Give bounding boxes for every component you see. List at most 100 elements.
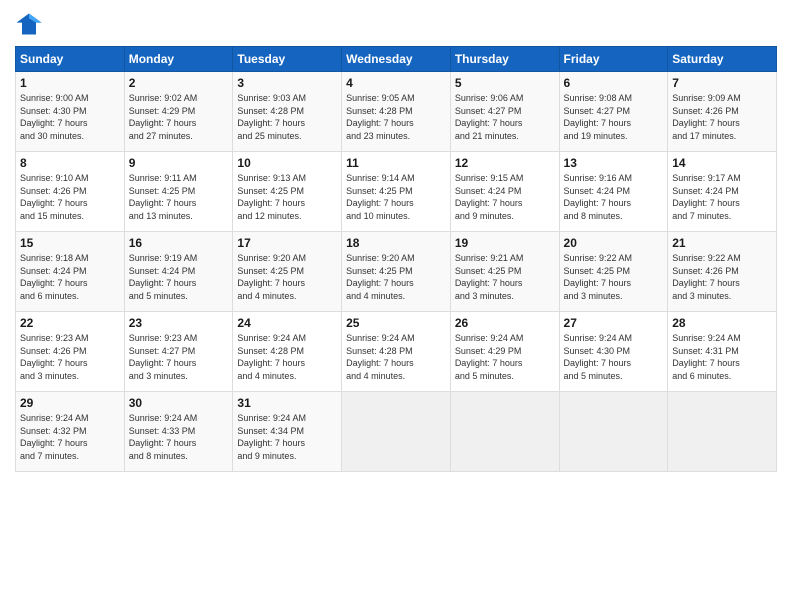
- day-number: 14: [672, 156, 772, 170]
- day-info: Sunrise: 9:24 AM Sunset: 4:31 PM Dayligh…: [672, 332, 772, 382]
- day-number: 21: [672, 236, 772, 250]
- day-cell: 16 Sunrise: 9:19 AM Sunset: 4:24 PM Dayli…: [124, 232, 233, 312]
- day-info: Sunrise: 9:21 AM Sunset: 4:25 PM Dayligh…: [455, 252, 555, 302]
- logo: [15, 10, 47, 38]
- day-number: 28: [672, 316, 772, 330]
- day-cell: 8 Sunrise: 9:10 AM Sunset: 4:26 PM Daylig…: [16, 152, 125, 232]
- day-cell: 17 Sunrise: 9:20 AM Sunset: 4:25 PM Dayli…: [233, 232, 342, 312]
- day-info: Sunrise: 9:05 AM Sunset: 4:28 PM Dayligh…: [346, 92, 446, 142]
- column-header-sunday: Sunday: [16, 47, 125, 72]
- page-container: SundayMondayTuesdayWednesdayThursdayFrid…: [0, 0, 792, 482]
- day-cell: 14 Sunrise: 9:17 AM Sunset: 4:24 PM Dayli…: [668, 152, 777, 232]
- day-info: Sunrise: 9:24 AM Sunset: 4:33 PM Dayligh…: [129, 412, 229, 462]
- day-number: 10: [237, 156, 337, 170]
- day-info: Sunrise: 9:22 AM Sunset: 4:25 PM Dayligh…: [564, 252, 664, 302]
- day-info: Sunrise: 9:18 AM Sunset: 4:24 PM Dayligh…: [20, 252, 120, 302]
- day-info: Sunrise: 9:10 AM Sunset: 4:26 PM Dayligh…: [20, 172, 120, 222]
- day-number: 24: [237, 316, 337, 330]
- day-number: 17: [237, 236, 337, 250]
- logo-icon: [15, 10, 43, 38]
- column-header-tuesday: Tuesday: [233, 47, 342, 72]
- day-cell: 7 Sunrise: 9:09 AM Sunset: 4:26 PM Daylig…: [668, 72, 777, 152]
- day-number: 29: [20, 396, 120, 410]
- day-info: Sunrise: 9:14 AM Sunset: 4:25 PM Dayligh…: [346, 172, 446, 222]
- day-number: 20: [564, 236, 664, 250]
- day-info: Sunrise: 9:17 AM Sunset: 4:24 PM Dayligh…: [672, 172, 772, 222]
- day-number: 26: [455, 316, 555, 330]
- day-cell: [450, 392, 559, 472]
- day-cell: 4 Sunrise: 9:05 AM Sunset: 4:28 PM Daylig…: [342, 72, 451, 152]
- day-cell: 23Sunrise: 9:23 AM Sunset: 4:27 PM Dayli…: [124, 312, 233, 392]
- day-number: 8: [20, 156, 120, 170]
- day-cell: 3 Sunrise: 9:03 AM Sunset: 4:28 PM Daylig…: [233, 72, 342, 152]
- day-number: 30: [129, 396, 229, 410]
- week-row-2: 8 Sunrise: 9:10 AM Sunset: 4:26 PM Daylig…: [16, 152, 777, 232]
- calendar-header-row: SundayMondayTuesdayWednesdayThursdayFrid…: [16, 47, 777, 72]
- day-number: 15: [20, 236, 120, 250]
- day-cell: [342, 392, 451, 472]
- day-number: 16: [129, 236, 229, 250]
- day-info: Sunrise: 9:20 AM Sunset: 4:25 PM Dayligh…: [237, 252, 337, 302]
- day-cell: 19Sunrise: 9:21 AM Sunset: 4:25 PM Dayli…: [450, 232, 559, 312]
- day-cell: [559, 392, 668, 472]
- week-row-4: 22 Sunrise: 9:23 AM Sunset: 4:26 PM Dayli…: [16, 312, 777, 392]
- day-cell: 27Sunrise: 9:24 AM Sunset: 4:30 PM Dayli…: [559, 312, 668, 392]
- column-header-monday: Monday: [124, 47, 233, 72]
- day-info: Sunrise: 9:08 AM Sunset: 4:27 PM Dayligh…: [564, 92, 664, 142]
- day-info: Sunrise: 9:24 AM Sunset: 4:29 PM Dayligh…: [455, 332, 555, 382]
- day-info: Sunrise: 9:13 AM Sunset: 4:25 PM Dayligh…: [237, 172, 337, 222]
- column-header-saturday: Saturday: [668, 47, 777, 72]
- day-info: Sunrise: 9:22 AM Sunset: 4:26 PM Dayligh…: [672, 252, 772, 302]
- day-number: 7: [672, 76, 772, 90]
- column-header-wednesday: Wednesday: [342, 47, 451, 72]
- day-info: Sunrise: 9:02 AM Sunset: 4:29 PM Dayligh…: [129, 92, 229, 142]
- day-cell: 24 Sunrise: 9:24 AM Sunset: 4:28 PM Dayli…: [233, 312, 342, 392]
- day-cell: 22 Sunrise: 9:23 AM Sunset: 4:26 PM Dayli…: [16, 312, 125, 392]
- day-cell: 31 Sunrise: 9:24 AM Sunset: 4:34 PM Dayli…: [233, 392, 342, 472]
- day-info: Sunrise: 9:11 AM Sunset: 4:25 PM Dayligh…: [129, 172, 229, 222]
- day-info: Sunrise: 9:24 AM Sunset: 4:28 PM Dayligh…: [237, 332, 337, 382]
- day-number: 11: [346, 156, 446, 170]
- day-number: 25: [346, 316, 446, 330]
- day-cell: 15 Sunrise: 9:18 AM Sunset: 4:24 PM Dayli…: [16, 232, 125, 312]
- day-cell: 29 Sunrise: 9:24 AM Sunset: 4:32 PM Dayli…: [16, 392, 125, 472]
- day-number: 6: [564, 76, 664, 90]
- column-header-thursday: Thursday: [450, 47, 559, 72]
- day-cell: 20 Sunrise: 9:22 AM Sunset: 4:25 PM Dayli…: [559, 232, 668, 312]
- day-number: 23: [129, 316, 229, 330]
- day-info: Sunrise: 9:19 AM Sunset: 4:24 PM Dayligh…: [129, 252, 229, 302]
- week-row-5: 29 Sunrise: 9:24 AM Sunset: 4:32 PM Dayli…: [16, 392, 777, 472]
- day-cell: 5Sunrise: 9:06 AM Sunset: 4:27 PM Daylig…: [450, 72, 559, 152]
- day-cell: 12 Sunrise: 9:15 AM Sunset: 4:24 PM Dayli…: [450, 152, 559, 232]
- day-info: Sunrise: 9:24 AM Sunset: 4:34 PM Dayligh…: [237, 412, 337, 462]
- day-number: 18: [346, 236, 446, 250]
- day-info: Sunrise: 9:16 AM Sunset: 4:24 PM Dayligh…: [564, 172, 664, 222]
- day-cell: 21 Sunrise: 9:22 AM Sunset: 4:26 PM Dayli…: [668, 232, 777, 312]
- day-cell: 26 Sunrise: 9:24 AM Sunset: 4:29 PM Dayli…: [450, 312, 559, 392]
- header: [15, 10, 777, 38]
- day-info: Sunrise: 9:24 AM Sunset: 4:32 PM Dayligh…: [20, 412, 120, 462]
- calendar-table: SundayMondayTuesdayWednesdayThursdayFrid…: [15, 46, 777, 472]
- day-number: 2: [129, 76, 229, 90]
- day-number: 3: [237, 76, 337, 90]
- day-cell: 13 Sunrise: 9:16 AM Sunset: 4:24 PM Dayli…: [559, 152, 668, 232]
- day-number: 12: [455, 156, 555, 170]
- day-number: 13: [564, 156, 664, 170]
- week-row-3: 15 Sunrise: 9:18 AM Sunset: 4:24 PM Dayli…: [16, 232, 777, 312]
- day-info: Sunrise: 9:03 AM Sunset: 4:28 PM Dayligh…: [237, 92, 337, 142]
- day-cell: 1Sunrise: 9:00 AM Sunset: 4:30 PM Daylig…: [16, 72, 125, 152]
- day-info: Sunrise: 9:09 AM Sunset: 4:26 PM Dayligh…: [672, 92, 772, 142]
- day-cell: 11 Sunrise: 9:14 AM Sunset: 4:25 PM Dayli…: [342, 152, 451, 232]
- day-number: 31: [237, 396, 337, 410]
- day-cell: 10 Sunrise: 9:13 AM Sunset: 4:25 PM Dayli…: [233, 152, 342, 232]
- day-info: Sunrise: 9:23 AM Sunset: 4:26 PM Dayligh…: [20, 332, 120, 382]
- day-number: 5: [455, 76, 555, 90]
- day-info: Sunrise: 9:24 AM Sunset: 4:30 PM Dayligh…: [564, 332, 664, 382]
- day-number: 4: [346, 76, 446, 90]
- day-number: 22: [20, 316, 120, 330]
- day-number: 1: [20, 76, 120, 90]
- day-number: 9: [129, 156, 229, 170]
- column-header-friday: Friday: [559, 47, 668, 72]
- day-cell: [668, 392, 777, 472]
- day-info: Sunrise: 9:15 AM Sunset: 4:24 PM Dayligh…: [455, 172, 555, 222]
